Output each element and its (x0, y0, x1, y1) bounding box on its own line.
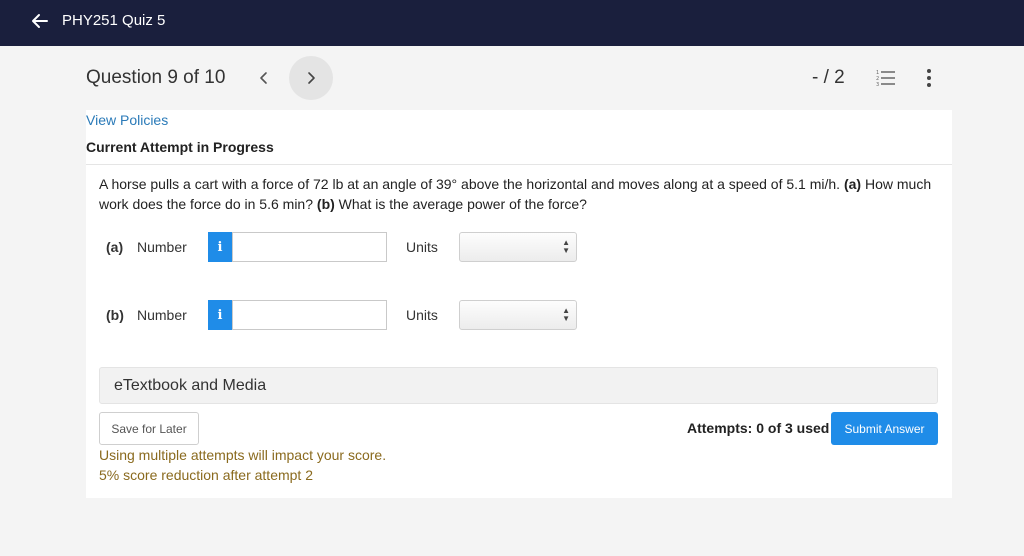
next-question-button[interactable] (289, 56, 333, 100)
answer-row-a: (a) Number i Units ▲ ▼ (106, 232, 806, 262)
units-label: Units (406, 307, 438, 323)
info-icon[interactable]: i (208, 300, 232, 330)
question-text: A horse pulls a cart with a force of 72 … (99, 174, 939, 214)
question-card: View Policies Current Attempt in Progres… (86, 110, 952, 498)
more-vertical-icon[interactable] (922, 66, 936, 90)
submit-answer-button[interactable]: Submit Answer (831, 412, 938, 445)
etextbook-media-panel[interactable]: eTextbook and Media (99, 367, 938, 404)
select-arrows-icon: ▲ ▼ (562, 306, 570, 323)
svg-text:3: 3 (876, 82, 879, 88)
arrow-left-icon[interactable] (30, 11, 50, 31)
view-policies-link[interactable]: View Policies (86, 112, 168, 128)
question-header: Question 9 of 10 (0, 46, 1024, 110)
select-arrows-icon: ▲ ▼ (562, 238, 570, 255)
question-score: - / 2 (812, 67, 845, 88)
chevron-left-icon (260, 72, 267, 84)
previous-question-button[interactable] (250, 58, 278, 98)
part-label: (a) (106, 239, 124, 255)
question-text-part-3: What is the average power of the force? (334, 196, 587, 212)
part-b-marker: (b) (316, 196, 335, 212)
units-label: Units (406, 239, 438, 255)
answer-row-b: (b) Number i Units ▲ ▼ (106, 300, 806, 330)
question-counter: Question 9 of 10 (86, 67, 226, 88)
numbered-list-icon[interactable]: 1 2 3 (876, 68, 896, 88)
number-input-a[interactable] (232, 232, 387, 262)
quiz-title: PHY251 Quiz 5 (62, 12, 166, 29)
question-text-part-1: A horse pulls a cart with a force of 72 … (99, 176, 844, 192)
attempts-warning: Using multiple attempts will impact your… (99, 447, 387, 463)
part-label: (b) (106, 307, 124, 323)
chevron-right-icon (308, 72, 315, 84)
units-select-a[interactable]: ▲ ▼ (459, 232, 577, 262)
divider (86, 164, 952, 165)
etextbook-label: eTextbook and Media (114, 377, 267, 394)
save-for-later-button[interactable]: Save for Later (99, 412, 199, 445)
info-icon[interactable]: i (208, 232, 232, 262)
number-label: Number (137, 239, 187, 255)
top-bar: PHY251 Quiz 5 (0, 0, 1024, 46)
number-input-b[interactable] (232, 300, 387, 330)
attempts-counter: Attempts: 0 of 3 used (687, 420, 830, 436)
number-label: Number (137, 307, 187, 323)
score-reduction-note: 5% score reduction after attempt 2 (99, 467, 313, 483)
part-a-marker: (a) (843, 176, 862, 192)
units-select-b[interactable]: ▲ ▼ (459, 300, 577, 330)
attempt-status: Current Attempt in Progress (86, 139, 274, 155)
